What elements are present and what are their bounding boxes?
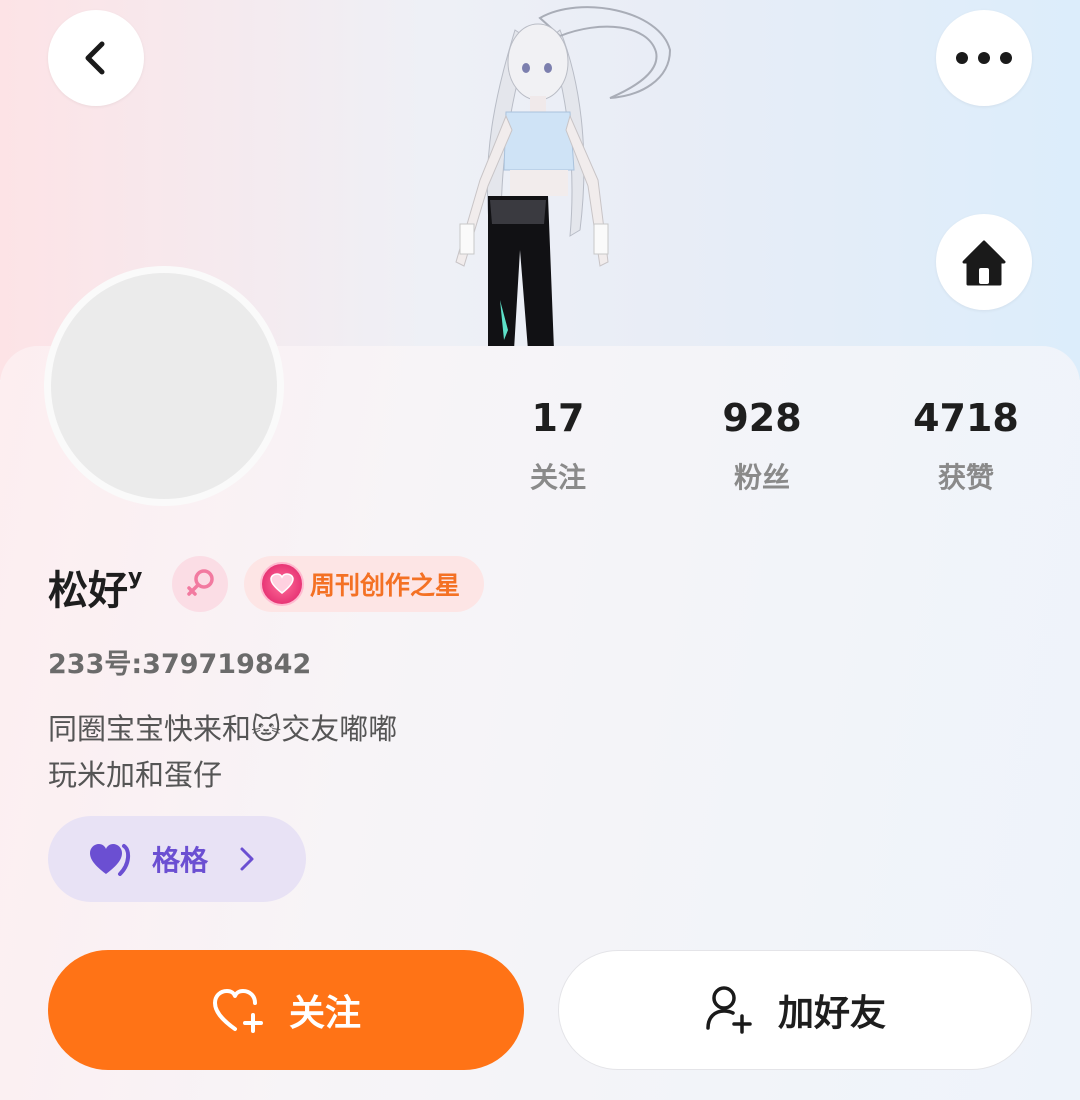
back-button[interactable] [48,10,144,106]
stat-followers[interactable]: 928 粉丝 [682,392,842,496]
profile-name-text: 松好 [48,568,128,614]
stat-label: 关注 [529,461,586,494]
chevron-right-icon [240,847,254,871]
heart-plus-icon [212,989,263,1033]
character-avatar [455,6,672,350]
follow-button-label: 关注 [288,993,361,1034]
stat-label: 获赞 [937,461,994,494]
profile-name: 松好y [48,558,142,616]
stat-following[interactable]: 17 关注 [478,392,638,496]
home-button[interactable] [936,214,1032,310]
avatar[interactable] [44,266,284,506]
stat-value: 4718 [913,396,1019,440]
more-options-button[interactable] [936,10,1032,106]
more-horizontal-icon [956,52,1012,64]
user-id[interactable]: 233号:379719842 [48,642,311,681]
female-symbol-icon [187,569,214,596]
heart-medal-icon [260,562,304,606]
follow-button[interactable]: 关注 [48,950,524,1070]
creator-star-badge[interactable]: 周刊创作之星 [244,556,484,612]
add-friend-label: 加好友 [777,993,886,1034]
chevron-left-icon [85,41,105,75]
relationship-tag-button[interactable]: 格格 [48,816,306,902]
profile-bio: 同圈宝宝快来和🐱交友嘟嘟 玩米加和蛋仔 [48,712,398,792]
tag-label: 格格 [152,844,209,877]
stat-label: 粉丝 [733,461,790,494]
add-user-icon [706,986,752,1034]
stat-value: 928 [722,396,802,440]
avatar-image [51,273,277,499]
gender-badge [172,556,228,612]
profile-name-suffix: y [128,564,143,590]
home-icon [962,240,1006,286]
stat-likes[interactable]: 4718 获赞 [886,392,1046,496]
double-heart-icon [90,844,131,876]
badge-label: 周刊创作之星 [310,571,461,600]
stat-value: 17 [531,396,585,440]
add-friend-button[interactable]: 加好友 [558,950,1032,1070]
